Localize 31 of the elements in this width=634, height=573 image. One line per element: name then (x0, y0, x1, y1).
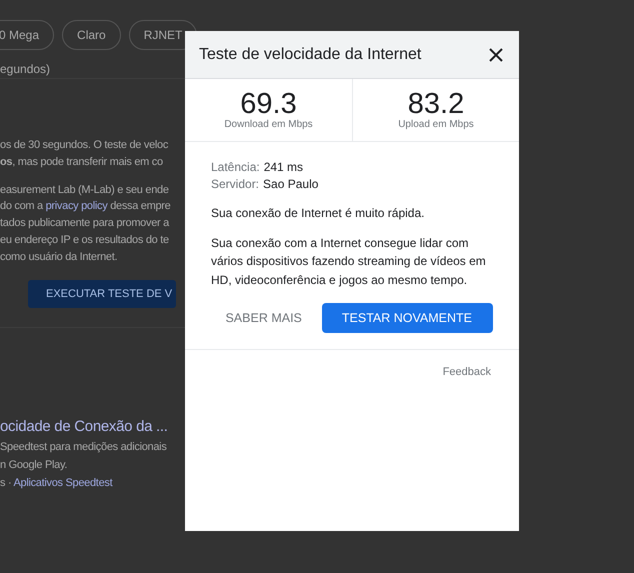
duration-note: egundos) (0, 62, 52, 78)
dialog-title: Teste de velocidade da Internet (199, 46, 422, 64)
result-snippet: n Google Play. (0, 458, 68, 473)
feedback-link[interactable]: Feedback (442, 366, 491, 378)
detail-label: Latência: (211, 160, 260, 174)
link[interactable]: privacy policy (46, 200, 108, 212)
detail-value: Sao Paulo (263, 177, 318, 191)
text-line: como usuário da Internet. (0, 250, 118, 265)
result-snippet: Speedtest para medições adicionais (0, 440, 168, 455)
text-line: os de 30 segundos. O teste de veloc (0, 138, 170, 153)
text-line: eu endereço IP e os resultados do te (0, 232, 170, 248)
text-line: do com a privacy policy dessa empre (0, 199, 172, 214)
link[interactable]: Aplicativos Speedtest (13, 476, 112, 489)
close-icon (489, 48, 503, 62)
filter-chip[interactable]: Claro (62, 20, 121, 50)
detail-label: Servidor: (211, 177, 260, 191)
retest-button[interactable]: TESTAR NOVAMENTE (322, 303, 493, 333)
text-line: os, mas pode transferir mais em co (0, 154, 164, 170)
summary-text: Sua conexão de Internet é muito rápida. (211, 205, 426, 222)
text-line: easurement Lab (M-Lab) e seu ende (0, 182, 170, 198)
learn-more-button[interactable]: SABER MAIS (225, 303, 302, 333)
speed-value: 69.3 (240, 89, 297, 119)
speed-value: 83.2 (408, 89, 464, 119)
speed-label: Download em Mbps (224, 119, 313, 130)
result-snippet: s · Aplicativos Speedtest (0, 476, 114, 491)
run-test-button[interactable]: EXECUTAR TESTE DE V (28, 280, 176, 308)
text-line: tados publicamente para promover a (0, 216, 170, 232)
description-text: Sua conexão com a Internet consegue lidar com vários dispositivos fazendo streaming de vídeos em HD, videoconferência e jogos ao mesmo tempo. (211, 234, 487, 288)
detail-value: 241 ms (264, 160, 304, 174)
close-button[interactable] (489, 48, 503, 62)
speed-label: Upload em Mbps (398, 119, 474, 130)
